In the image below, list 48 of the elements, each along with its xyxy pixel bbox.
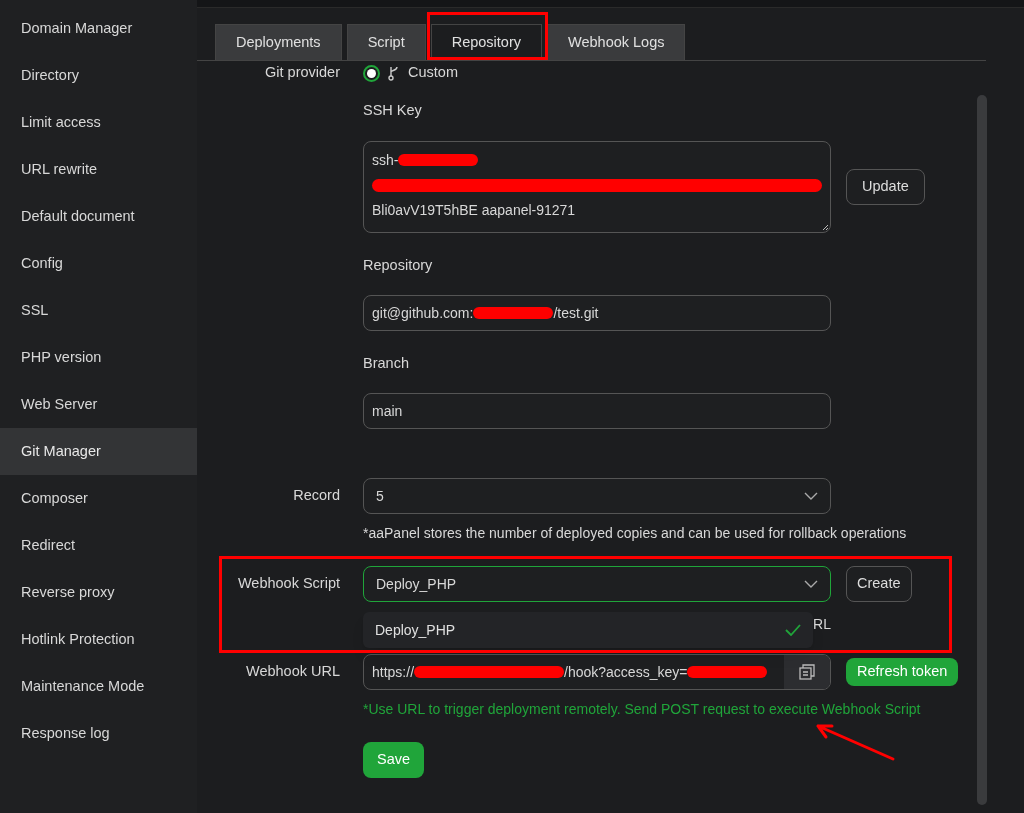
tab[interactable]: Webhook Logs	[547, 24, 686, 60]
dropdown-option[interactable]: Deploy_PHP	[363, 612, 814, 648]
sidebar-item[interactable]: Response log	[0, 710, 197, 757]
sidebar-item[interactable]: SSL	[0, 287, 197, 334]
webhook-url-field[interactable]: https:// /hook?access_key=	[363, 654, 831, 690]
sidebar-item[interactable]: Domain Manager	[0, 5, 197, 52]
field-label: Repository	[363, 256, 433, 276]
record-select[interactable]: 5	[363, 478, 831, 514]
ssh-key-field[interactable]: ssh- Bli0avV19T5hBE aapanel-91271	[363, 141, 831, 233]
field-label: Branch	[363, 354, 409, 374]
copy-icon[interactable]	[784, 655, 830, 689]
branch-icon	[388, 65, 400, 81]
repository-field[interactable]: git@github.com: /test.git	[363, 295, 831, 331]
sidebar-item[interactable]: Maintenance Mode	[0, 663, 197, 710]
checkmark-icon	[785, 624, 802, 636]
option-label: Custom	[408, 63, 458, 83]
update-button[interactable]: Update	[846, 169, 925, 205]
field-label: Webhook URL	[245, 663, 340, 680]
field-label: Webhook Script	[237, 575, 340, 592]
webhook-script-select[interactable]: Deploy_PHP	[363, 566, 831, 602]
tab[interactable]: Script	[346, 24, 426, 60]
field-label: SSH Key	[363, 101, 422, 121]
record-note: *aaPanel stores the number of deployed copies and can be used for rollback operations	[363, 523, 907, 543]
tab[interactable]: Repository	[430, 24, 542, 60]
sidebar-item[interactable]: Hotlink Protection	[0, 616, 197, 663]
sidebar-item[interactable]: Config	[0, 240, 197, 287]
scrollbar[interactable]	[977, 95, 987, 805]
sidebar-item[interactable]: Redirect	[0, 522, 197, 569]
sidebar-item[interactable]: URL rewrite	[0, 146, 197, 193]
sidebar-item[interactable]: Reverse proxy	[0, 569, 197, 616]
sidebar-item[interactable]: Web Server	[0, 381, 197, 428]
webhook-url-hint: *Use URL to trigger deployment remotely. Send POST request to execute Webhook Script	[363, 699, 921, 719]
radio-button[interactable]	[363, 64, 380, 82]
create-button[interactable]: Create	[846, 566, 912, 602]
sidebar-item[interactable]: Git Manager	[0, 428, 197, 475]
hint-text: RL	[813, 615, 831, 634]
tab[interactable]: Deployments	[215, 24, 342, 60]
sidebar-item[interactable]: Composer	[0, 475, 197, 522]
resize-grip-icon	[822, 224, 829, 231]
chevron-down-icon	[804, 580, 818, 588]
sidebar-item[interactable]: Default document	[0, 193, 197, 240]
sidebar-item[interactable]: Limit access	[0, 99, 197, 146]
field-label: Record	[293, 487, 340, 504]
sidebar-item[interactable]: PHP version	[0, 334, 197, 381]
sidebar-item[interactable]: Directory	[0, 52, 197, 99]
chevron-down-icon	[804, 492, 818, 500]
branch-field[interactable]: main	[363, 393, 831, 429]
field-label: Git provider	[265, 64, 340, 81]
